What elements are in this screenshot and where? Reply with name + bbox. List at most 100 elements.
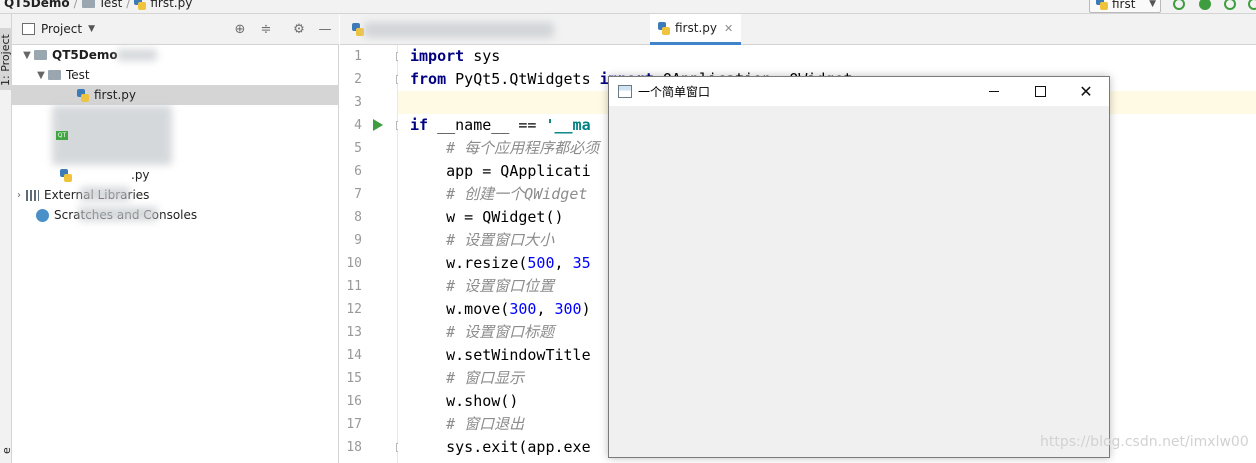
redacted-area: [78, 207, 158, 221]
debug-icon[interactable]: [1199, 0, 1211, 10]
line-number: 6: [354, 164, 362, 179]
breadcrumb-project[interactable]: QT5Demo: [4, 0, 70, 10]
python-file-icon: [77, 88, 89, 102]
project-panel-header: Project ▼ ⊕ ≑ ⚙ —: [12, 14, 339, 45]
window-icon: [618, 85, 632, 98]
line-number: 7: [354, 187, 362, 202]
library-icon: [26, 189, 39, 201]
line-number: 5: [354, 141, 362, 156]
code-line-9: # 设置窗口大小: [410, 231, 555, 249]
redacted-area: [80, 187, 130, 201]
tree-item-project-root[interactable]: ▼ QT5Demo: [12, 45, 339, 65]
editor-gutter: 1 2 3 4 5 6 7 8 9 10 11 12 13 14 15 16 1…: [340, 45, 405, 463]
folder-icon: [81, 0, 95, 8]
line-number: 1: [354, 49, 362, 64]
code-line-6: app = QApplicati: [410, 162, 591, 180]
tree-item-label: QT5Demo: [52, 48, 118, 62]
code-line-8: w = QWidget(): [410, 208, 564, 226]
line-number: 16: [346, 394, 362, 409]
code-line-13: # 设置窗口标题: [410, 323, 555, 341]
redacted-area: [117, 49, 157, 61]
tree-item-partial-file[interactable]: .py: [12, 165, 339, 185]
maximize-button[interactable]: [1017, 77, 1063, 106]
tree-item-external-libraries[interactable]: › External Libraries: [12, 185, 339, 205]
navigation-bar: QT5Demo / Test / first.py first ▼: [0, 0, 1256, 14]
profile-icon[interactable]: [1248, 0, 1256, 10]
tree-item-qt-file[interactable]: QT: [12, 125, 339, 145]
qt-file-icon: QT: [56, 130, 68, 140]
close-window-button[interactable]: ✕: [1063, 77, 1109, 106]
run-gutter-icon[interactable]: [373, 119, 383, 131]
line-number: 13: [346, 325, 362, 340]
minimize-button[interactable]: [971, 77, 1017, 106]
hide-panel-icon[interactable]: —: [317, 21, 333, 37]
tree-item-label: first.py: [94, 88, 136, 102]
python-file-icon: [352, 23, 364, 36]
line-number: 15: [346, 371, 362, 386]
tab-first-py[interactable]: first.py ✕: [650, 14, 742, 45]
breadcrumb-separator: /: [73, 0, 78, 10]
redacted-area: [364, 22, 554, 38]
line-number: 2: [354, 72, 362, 87]
line-number: 18: [346, 440, 362, 455]
code-line-10: w.resize(500, 35: [410, 254, 591, 272]
line-number: 14: [346, 348, 362, 363]
chevron-down-icon[interactable]: ▼: [88, 24, 95, 34]
breadcrumb-folder[interactable]: Test: [99, 0, 123, 10]
project-view-icon: [22, 23, 35, 35]
line-number: 12: [346, 302, 362, 317]
tree-item-file-first[interactable]: first.py: [12, 85, 339, 105]
python-file-icon: [60, 168, 72, 182]
folder-icon: [48, 70, 61, 80]
code-line-17: # 窗口退出: [410, 415, 525, 433]
folder-icon: [34, 50, 47, 60]
project-panel-title[interactable]: Project: [41, 22, 82, 36]
coverage-icon[interactable]: [1224, 0, 1236, 10]
breadcrumb-file[interactable]: first.py: [150, 0, 192, 10]
expand-arrow-icon[interactable]: ▼: [34, 70, 48, 81]
rerun-icon[interactable]: [1173, 0, 1185, 10]
tree-item-label: .py: [131, 168, 150, 182]
code-line-1: import sys: [410, 47, 501, 65]
code-line-7: # 创建一个QWidget: [410, 185, 588, 203]
expand-arrow-icon[interactable]: ▼: [20, 50, 34, 61]
line-number: 17: [346, 417, 362, 432]
breadcrumb-separator: /: [126, 0, 131, 10]
qt-application-window[interactable]: 一个简单窗口 ✕: [608, 76, 1110, 458]
tree-item-scratches[interactable]: Scratches and Consoles: [12, 205, 339, 225]
line-number: 4: [354, 118, 362, 133]
tool-window-strip: 1: Project e: [0, 14, 13, 463]
qt-window-title: 一个简单窗口: [638, 85, 711, 99]
qt-window-client-area[interactable]: [609, 106, 1109, 457]
project-tool-tab[interactable]: 1: Project: [0, 28, 12, 90]
run-configuration-select[interactable]: first ▼: [1089, 0, 1161, 13]
close-icon[interactable]: ✕: [724, 22, 733, 35]
python-file-icon: [658, 21, 670, 35]
code-line-5: # 每个应用程序都必须: [410, 139, 600, 157]
locate-file-icon[interactable]: ⊕: [232, 21, 248, 37]
qt-window-titlebar[interactable]: 一个简单窗口 ✕: [609, 77, 1109, 106]
editor-tab-bar: first.py ✕: [340, 14, 1256, 45]
chevron-down-icon: ▼: [1149, 0, 1156, 9]
collapse-all-icon[interactable]: ≑: [258, 21, 274, 37]
code-line-18: sys.exit(app.exe: [410, 438, 591, 456]
line-number: 8: [354, 210, 362, 225]
line-number: 3: [354, 95, 362, 110]
gear-icon[interactable]: ⚙: [291, 21, 307, 37]
scratch-icon: [36, 208, 49, 222]
run-configuration-label: first: [1112, 0, 1136, 11]
breadcrumb: QT5Demo / Test / first.py: [4, 0, 192, 10]
code-line-14: w.setWindowTitle: [410, 346, 591, 364]
tree-item-folder-test[interactable]: ▼ Test: [12, 65, 339, 85]
code-line-12: w.move(300, 300): [410, 300, 591, 318]
tab-label: first.py: [675, 21, 717, 35]
expand-arrow-icon[interactable]: ›: [12, 190, 26, 201]
line-number: 11: [346, 279, 362, 294]
code-line-11: # 设置窗口位置: [410, 277, 555, 295]
code-line-15: # 窗口显示: [410, 369, 525, 387]
project-tree: ▼ QT5Demo ▼ Test first.py QT .py › Exter…: [12, 45, 339, 463]
python-file-icon: [1096, 0, 1108, 10]
line-number: 9: [354, 233, 362, 248]
project-tool-tab-label: 1: Project: [0, 34, 12, 86]
code-line-16: w.show(): [410, 392, 519, 410]
